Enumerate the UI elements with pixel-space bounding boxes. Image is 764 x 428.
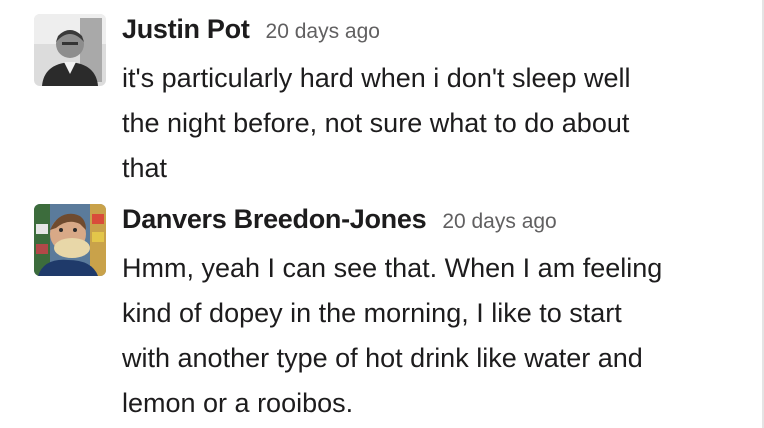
user-photo-icon	[34, 204, 106, 276]
message-header: Justin Pot 20 days ago	[122, 14, 756, 50]
message-text: it's particularly hard when i don't slee…	[122, 63, 631, 183]
message-text: Hmm, yeah I can see that. When I am feel…	[122, 253, 663, 418]
message-item: Danvers Breedon-Jones 20 days ago Hmm, y…	[34, 204, 756, 426]
message-content: Justin Pot 20 days ago it's particularly…	[122, 14, 756, 191]
author-name[interactable]: Justin Pot	[122, 14, 250, 45]
message-timestamp[interactable]: 20 days ago	[442, 210, 556, 234]
user-photo-icon	[34, 14, 106, 86]
author-name[interactable]: Danvers Breedon-Jones	[122, 204, 427, 235]
message-item: Justin Pot 20 days ago it's particularly…	[34, 14, 756, 191]
avatar[interactable]	[34, 14, 106, 86]
avatar[interactable]	[34, 204, 106, 276]
message-content: Danvers Breedon-Jones 20 days ago Hmm, y…	[122, 204, 756, 426]
message-header: Danvers Breedon-Jones 20 days ago	[122, 204, 756, 240]
message-timestamp[interactable]: 20 days ago	[266, 20, 380, 44]
